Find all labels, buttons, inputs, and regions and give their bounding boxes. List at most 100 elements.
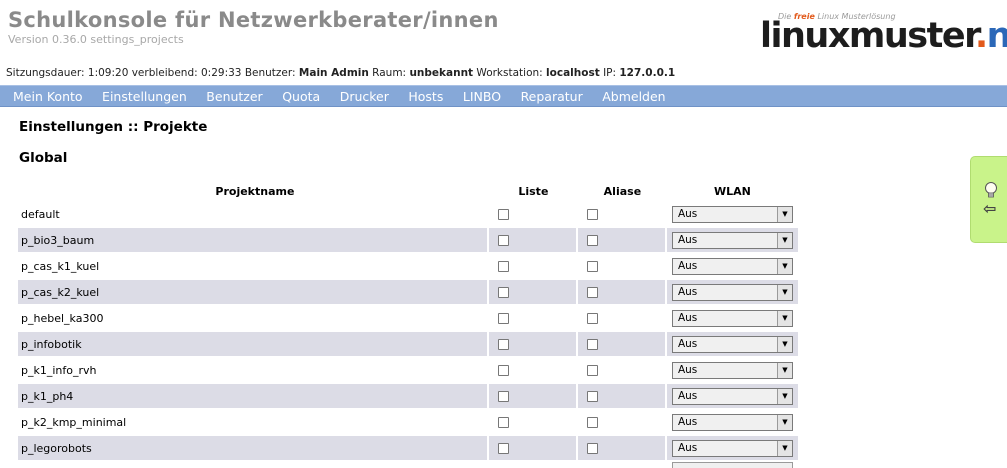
nav-item-benutzer[interactable]: Benutzer [206,89,262,104]
liste-checkbox[interactable] [497,391,509,402]
aliase-checkbox[interactable] [586,209,598,220]
table-header-row: Projektname Liste Aliase WLAN [18,182,798,200]
liste-checkbox[interactable] [497,365,509,376]
wlan-select-partial[interactable] [672,462,793,468]
liste-checkbox[interactable] [497,287,509,298]
chevron-down-icon[interactable]: ▼ [776,414,792,430]
chevron-down-icon[interactable]: ▼ [776,440,792,456]
aliase-cell [577,436,667,460]
wlan-select[interactable]: Aus ▼ [671,283,793,301]
nav-item-quota[interactable]: Quota [282,89,320,104]
chevron-down-icon[interactable]: ▼ [776,310,792,326]
main-nav: Mein Konto Einstellungen Benutzer Quota … [0,85,1007,107]
table-row: p_k2_kmp_minimal Aus ▼ [18,410,798,434]
project-name: p_k1_ph4 [18,384,489,408]
liste-checkbox[interactable] [497,443,509,454]
wlan-select[interactable]: Aus ▼ [671,361,793,379]
liste-checkbox[interactable] [497,235,509,246]
aliase-checkbox[interactable] [586,287,598,298]
project-name: p_cas_k1_kuel [18,254,489,278]
liste-cell [488,280,578,304]
chevron-down-icon[interactable]: ▼ [776,284,792,300]
table-row: default Aus ▼ [18,202,798,226]
chevron-down-icon[interactable]: ▼ [776,362,792,378]
wlan-select-value: Aus [677,416,698,428]
session-info: Sitzungsdauer: 1:09:20 verbleibend: 0:29… [6,67,676,79]
table-row: p_bio3_baum Aus ▼ [18,228,798,252]
nav-item-reparatur[interactable]: Reparatur [521,89,583,104]
aliase-checkbox[interactable] [586,365,598,376]
chevron-down-icon[interactable]: ▼ [776,206,792,222]
header-projektname: Projektname [215,184,295,198]
aliase-cell [577,280,667,304]
liste-checkbox[interactable] [497,339,509,350]
table-row: p_legorobots Aus ▼ [18,436,798,460]
liste-cell [488,202,578,226]
wlan-cell: Aus ▼ [666,228,798,252]
arrow-left-icon[interactable]: ⇦ [983,201,996,217]
wlan-cell: Aus ▼ [666,436,798,460]
aliase-cell [577,202,667,226]
liste-cell [488,436,578,460]
project-name: p_k2_kmp_minimal [18,410,489,434]
wlan-select[interactable]: Aus ▼ [671,439,793,457]
liste-checkbox[interactable] [497,313,509,324]
wlan-select[interactable]: Aus ▼ [671,257,793,275]
table-row: p_k1_info_rvh Aus ▼ [18,358,798,382]
liste-checkbox[interactable] [497,417,509,428]
wlan-cell: Aus ▼ [666,332,798,356]
wlan-select[interactable]: Aus ▼ [671,231,793,249]
wlan-cell: Aus ▼ [666,306,798,330]
aliase-checkbox[interactable] [586,339,598,350]
aliase-checkbox[interactable] [586,313,598,324]
liste-cell [488,306,578,330]
aliase-cell [577,228,667,252]
aliase-checkbox[interactable] [586,443,598,454]
wlan-select[interactable]: Aus ▼ [671,309,793,327]
nav-item-mein-konto[interactable]: Mein Konto [13,89,83,104]
nav-item-einstellungen[interactable]: Einstellungen [102,89,187,104]
header: Schulkonsole für Netzwerkberater/innen V… [0,0,1007,84]
wlan-select-value: Aus [677,260,698,272]
wlan-select[interactable]: Aus ▼ [671,387,793,405]
nav-item-abmelden[interactable]: Abmelden [602,89,665,104]
wlan-select[interactable]: Aus ▼ [671,335,793,353]
wlan-select[interactable]: Aus ▼ [671,413,793,431]
chevron-down-icon[interactable]: ▼ [776,388,792,404]
lightbulb-icon[interactable] [983,181,999,201]
header-aliase: Aliase [603,184,642,198]
chevron-down-icon[interactable]: ▼ [776,232,792,248]
side-help-panel[interactable]: ⇦ [970,156,1007,243]
logo[interactable]: Die freie Linux Musterlösung linuxmuster… [756,8,1007,58]
wlan-select-value: Aus [677,442,698,454]
project-name: default [18,202,489,226]
liste-cell [488,332,578,356]
project-name: p_cas_k2_kuel [18,280,489,304]
header-wlan: WLAN [714,184,751,198]
header-liste: Liste [518,184,549,198]
section-title: Global [19,150,68,166]
nav-item-hosts[interactable]: Hosts [408,89,443,104]
aliase-cell [577,358,667,382]
app-title: Schulkonsole für Netzwerkberater/innen [8,8,499,32]
wlan-select-value: Aus [677,312,698,324]
aliase-checkbox[interactable] [586,417,598,428]
liste-checkbox[interactable] [497,261,509,272]
wlan-select-value: Aus [677,208,698,220]
wlan-cell: Aus ▼ [666,202,798,226]
nav-item-drucker[interactable]: Drucker [340,89,389,104]
aliase-cell [577,410,667,434]
liste-checkbox[interactable] [497,209,509,220]
project-name: p_infobotik [18,332,489,356]
liste-cell [488,254,578,278]
nav-item-linbo[interactable]: LINBO [463,89,501,104]
chevron-down-icon[interactable]: ▼ [776,336,792,352]
aliase-checkbox[interactable] [586,235,598,246]
wlan-cell: Aus ▼ [666,358,798,382]
wlan-select[interactable]: Aus ▼ [671,205,793,223]
chevron-down-icon[interactable]: ▼ [776,258,792,274]
aliase-checkbox[interactable] [586,391,598,402]
aliase-checkbox[interactable] [586,261,598,272]
table-row: p_k1_ph4 Aus ▼ [18,384,798,408]
project-name: p_legorobots [18,436,489,460]
